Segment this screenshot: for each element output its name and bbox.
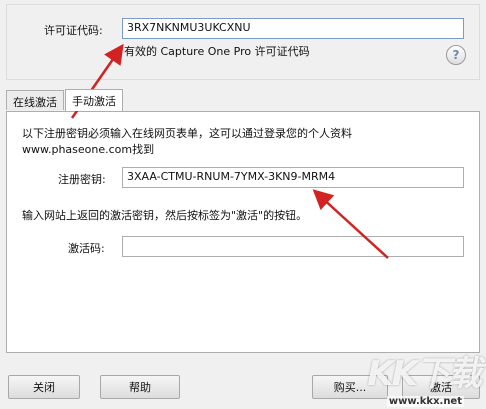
help-button[interactable]: 帮助 [100, 375, 180, 399]
registration-key-field[interactable]: 3XAA-CTMU-RNUM-7YMX-3KN9-MRM4 [122, 167, 464, 188]
license-code-input[interactable]: 3RX7NKNMU3UKCXNU [122, 18, 464, 39]
intro-text-line1: 以下注册密钥必须输入在线网页表单，这可以通过登录您的个人资料 [22, 127, 352, 140]
help-question-icon[interactable]: ? [446, 45, 466, 65]
watermark-url: www.kkx.net [386, 396, 464, 407]
registration-key-label: 注册密钥: [58, 173, 106, 186]
tab-manual-activation[interactable]: 手动激活 [65, 89, 123, 111]
buy-button[interactable]: 购买... [312, 375, 388, 399]
license-code-label: 许可证代码: [44, 24, 103, 37]
intro-text-line2: www.phaseone.com找到 [22, 143, 155, 156]
license-hint-text: 有效的 Capture One Pro 许可证代码 [124, 45, 310, 58]
tab-online-activation[interactable]: 在线激活 [6, 90, 64, 110]
close-button[interactable]: 关闭 [8, 375, 80, 399]
instruction-text: 输入网站上返回的激活密钥，然后按标签为"激活"的按钮。 [22, 209, 308, 222]
activation-code-label: 激活码: [68, 242, 105, 255]
license-panel [6, 4, 480, 80]
activation-code-input[interactable] [122, 236, 464, 257]
